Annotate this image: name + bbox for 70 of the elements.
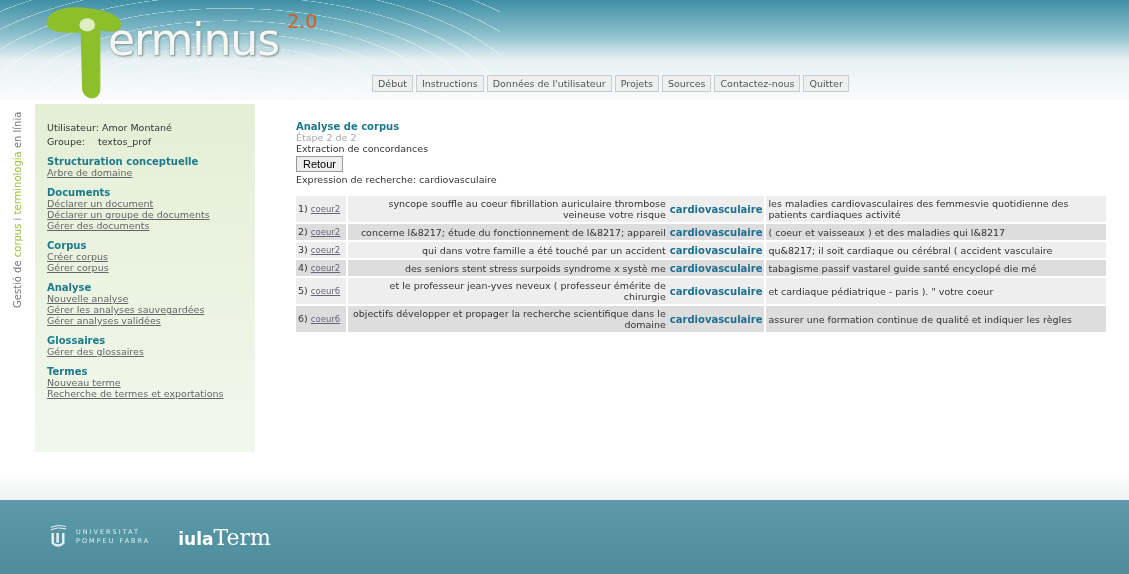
source-link[interactable]: coeur6 [310,286,341,296]
table-cell: cardiovasculaire [667,242,765,258]
nav-button[interactable]: Contactez-nous [714,75,801,92]
nav-button[interactable]: Sources [661,75,712,92]
table-cell: des seniors stent stress surpoids syndrome x systè me [345,260,668,276]
sidebar-link[interactable]: Nouvelle analyse [47,293,129,304]
table-cell: concerne l&8217; étude du fonctionnement de l&8217; appareil [345,224,668,240]
logo-text: Term [213,524,271,550]
table-cell: les maladies cardiovasculaires des femmesvie quotidienne des patients cardiaques activité [764,196,1106,222]
sidebar-link[interactable]: Gérer des documents [47,220,150,231]
search-expression: Expression de recherche: cardiovasculaire [296,174,498,185]
sidebar-link[interactable]: Déclarer un document [47,198,154,209]
row-number: 3) [298,244,308,255]
sidebar-link[interactable]: Créer corpus [47,251,108,262]
logo-text: erminus [108,14,280,65]
table-cell: cardiovasculaire [667,260,765,276]
subtitle-text: Extraction de concordances [296,143,430,154]
nav-button[interactable]: Instructions [415,75,484,92]
user-label: Utilisateur: [47,122,99,133]
source-link[interactable]: coeur2 [310,245,341,255]
sidebar-link[interactable]: Gérer les analyses sauvegardées [47,304,205,315]
table-cell: et le professeur jean-yves neveux ( professeur émérite de chirurgie [345,278,668,304]
back-button[interactable]: Retour [296,156,344,172]
section-title: Glossaires [47,335,107,346]
nav-button[interactable]: Données de l'utilisateur [486,75,612,92]
table-cell: cardiovasculaire [667,224,765,240]
table-cell: tabagisme passif vastarel guide santé encyclopé die mé [764,260,1106,276]
sidebar-link[interactable]: Déclarer un groupe de documents [47,209,210,220]
section-title: Analyse [47,282,93,293]
table-cell: ( coeur et vaisseaux ) et des maladies qui l&8217 [764,224,1106,240]
group-label: Groupe: [47,136,85,147]
table-cell: qu&8217; il soit cardiaque ou cérébral ( accident vasculaire [764,242,1106,258]
logo-text: iula [178,528,214,549]
table-cell: cardiovasculaire [667,196,765,222]
sidebar-link[interactable]: Nouveau terme [47,377,121,388]
section-title: Corpus [47,240,88,251]
section-title: Structuration conceptuelle [47,156,200,167]
section-title: Termes [47,366,89,377]
version-label: 2.0 [287,10,318,32]
sidebar-link[interactable]: Recherche de termes et exportations [47,388,224,399]
user-name: Amor Montané [101,122,172,133]
source-link[interactable]: coeur2 [310,263,341,273]
sidebar-link[interactable]: Gérer corpus [47,262,109,273]
table-cell: qui dans votre famille a été touché par un accident [345,242,668,258]
group-name: textos_prof [97,136,152,147]
nav-button[interactable]: Quitter [803,75,849,92]
source-link[interactable]: coeur6 [310,314,341,324]
row-number: 1) [298,203,308,214]
row-number: 2) [298,226,308,237]
table-cell: objectifs développer et propager la recherche scientifique dans le domaine [345,306,668,332]
row-number: 6) [298,313,308,324]
table-cell: cardiovasculaire [667,306,765,332]
table-cell: assurer une formation continue de qualité et indiquer les règles [764,306,1106,332]
source-link[interactable]: coeur2 [310,204,341,214]
table-cell: et cardiaque pédiatrique - paris ). " votre coeur [764,278,1106,304]
sidebar-link[interactable]: Gérer analyses validées [47,315,161,326]
section-title: Documents [47,187,112,198]
step-label: Étape 2 de 2 [296,132,358,143]
nav-button[interactable]: Projets [614,75,659,92]
sidebar-link[interactable]: Gérer des glossaires [47,346,144,357]
row-number: 5) [298,285,308,296]
university-logo-icon [48,524,68,550]
tagline-text: Gestió de corpus i terminologia en línia [12,112,23,311]
table-cell: syncope souffle au coeur fibrillation auriculaire thrombose veineuse votre risque [345,196,668,222]
page-title: Analyse de corpus [296,121,401,132]
row-number: 4) [298,262,308,273]
table-cell: cardiovasculaire [667,278,765,304]
sidebar-link[interactable]: Arbre de domaine [47,167,133,178]
source-link[interactable]: coeur2 [310,227,341,237]
nav-button[interactable]: Début [372,75,413,92]
